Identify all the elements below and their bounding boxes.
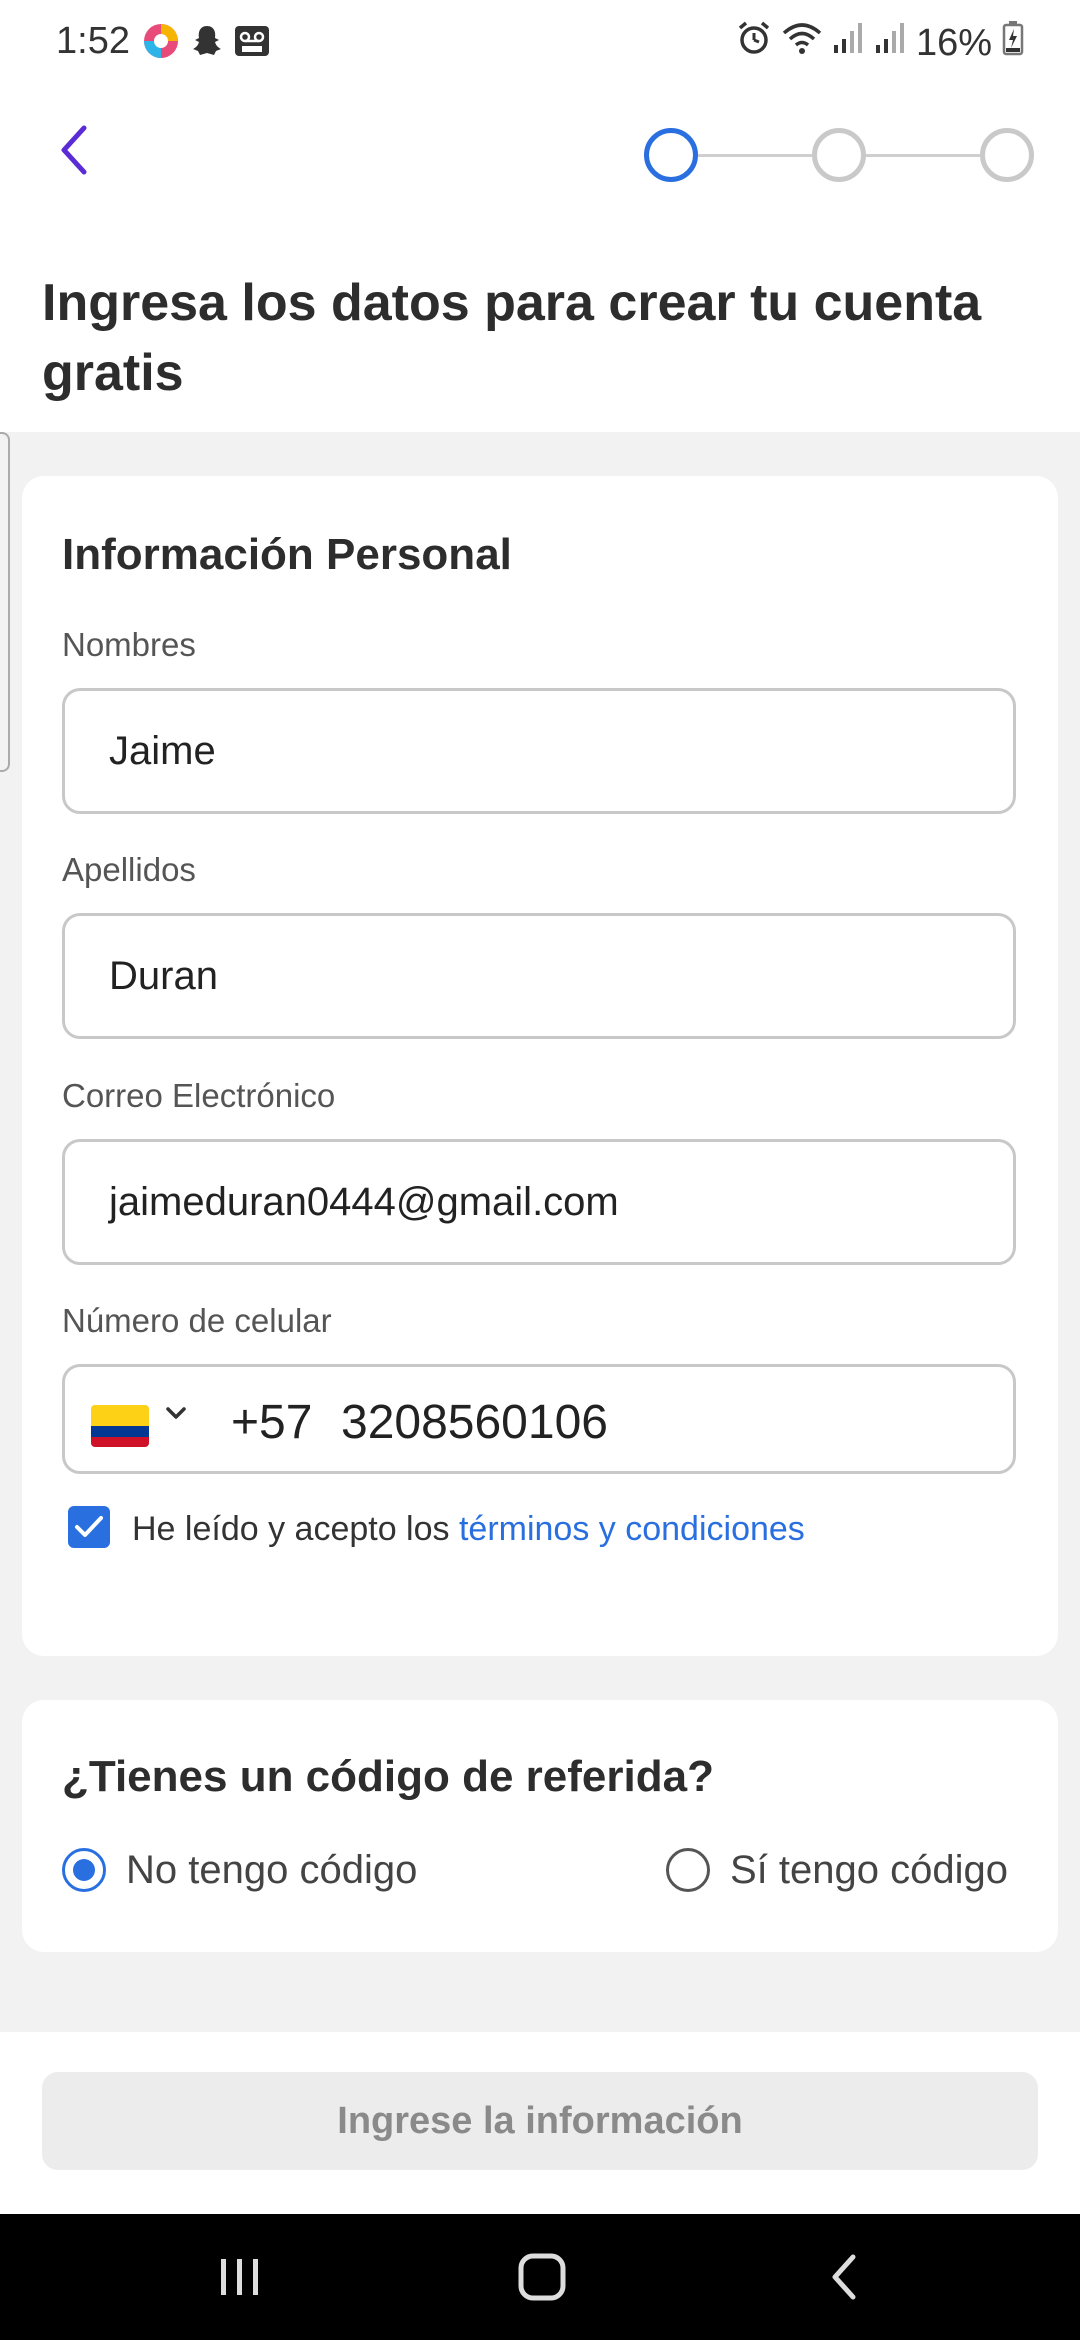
- step-connector: [866, 154, 980, 157]
- nav-back-button[interactable]: [804, 2244, 884, 2310]
- phone-field[interactable]: +57 3208560106: [62, 1364, 1016, 1474]
- recent-apps-icon: [221, 2259, 258, 2295]
- has-code-radio[interactable]: [666, 1848, 710, 1892]
- status-bar: 1:52 16%: [0, 0, 1080, 86]
- edge-panel-handle[interactable]: [0, 432, 10, 772]
- page-title: Ingresa los datos para crear tu cuenta g…: [42, 274, 982, 402]
- email-value: jaimeduran0444@gmail.com: [109, 1180, 619, 1224]
- no-code-radio[interactable]: [62, 1848, 106, 1892]
- voicemail-icon: [234, 25, 270, 62]
- terms-text: He leído y acepto los: [132, 1510, 459, 1548]
- country-code: +57: [231, 1396, 313, 1449]
- terms-checkbox[interactable]: [68, 1506, 110, 1548]
- email-field[interactable]: jaimeduran0444@gmail.com: [62, 1139, 1016, 1265]
- first-name-value: Jaime: [109, 729, 216, 773]
- progress-stepper: [644, 128, 1036, 184]
- phone-label: Número de celular: [62, 1302, 332, 1339]
- step-2-indicator: [812, 128, 866, 182]
- battery-icon: [1002, 20, 1024, 66]
- chevron-left-icon: [61, 125, 87, 175]
- personal-info-card: Información Personal Nombres Jaime Apell…: [22, 476, 1058, 1656]
- first-name-field[interactable]: Jaime: [62, 688, 1016, 814]
- colombia-flag-icon[interactable]: [91, 1405, 149, 1447]
- step-1-indicator: [644, 128, 698, 182]
- has-code-label[interactable]: Sí tengo código: [730, 1848, 1008, 1893]
- email-label: Correo Electrónico: [62, 1077, 336, 1114]
- notification-icons: [142, 22, 270, 65]
- last-name-field[interactable]: Duran: [62, 913, 1016, 1039]
- battery-percentage: 16%: [915, 21, 992, 64]
- signal-icon: [874, 21, 906, 65]
- system-status: 16%: [736, 20, 1024, 66]
- referral-card: ¿Tienes un código de referida? No tengo …: [22, 1700, 1058, 1952]
- last-name-value: Duran: [109, 954, 218, 998]
- recent-apps-button[interactable]: [200, 2244, 280, 2310]
- signal-icon: [832, 21, 864, 65]
- checkmark-icon: [75, 1516, 103, 1537]
- phone-number-value: 3208560106: [341, 1396, 608, 1449]
- no-code-label[interactable]: No tengo código: [126, 1848, 417, 1893]
- chevron-down-icon[interactable]: [165, 1405, 187, 1426]
- home-button[interactable]: [502, 2244, 582, 2310]
- home-icon: [518, 2253, 566, 2301]
- terms-label: He leído y acepto los términos y condici…: [132, 1510, 805, 1549]
- bottom-action-bar: Ingrese la información: [0, 2032, 1080, 2214]
- personal-info-title: Información Personal: [62, 530, 512, 579]
- referral-title: ¿Tienes un código de referida?: [62, 1752, 714, 1801]
- status-time: 1:52: [56, 20, 130, 62]
- snapchat-icon: [192, 24, 222, 63]
- alarm-icon: [736, 20, 772, 66]
- first-name-label: Nombres: [62, 626, 196, 663]
- step-3-indicator: [980, 128, 1034, 182]
- navigation-bar: [0, 2214, 1080, 2340]
- submit-button[interactable]: Ingrese la información: [42, 2072, 1038, 2170]
- wifi-icon: [782, 21, 822, 65]
- back-icon: [832, 2254, 856, 2300]
- last-name-label: Apellidos: [62, 851, 196, 888]
- browser-icon: [142, 22, 180, 65]
- step-connector: [698, 154, 812, 157]
- terms-link[interactable]: términos y condiciones: [459, 1510, 805, 1548]
- back-button[interactable]: [44, 120, 104, 180]
